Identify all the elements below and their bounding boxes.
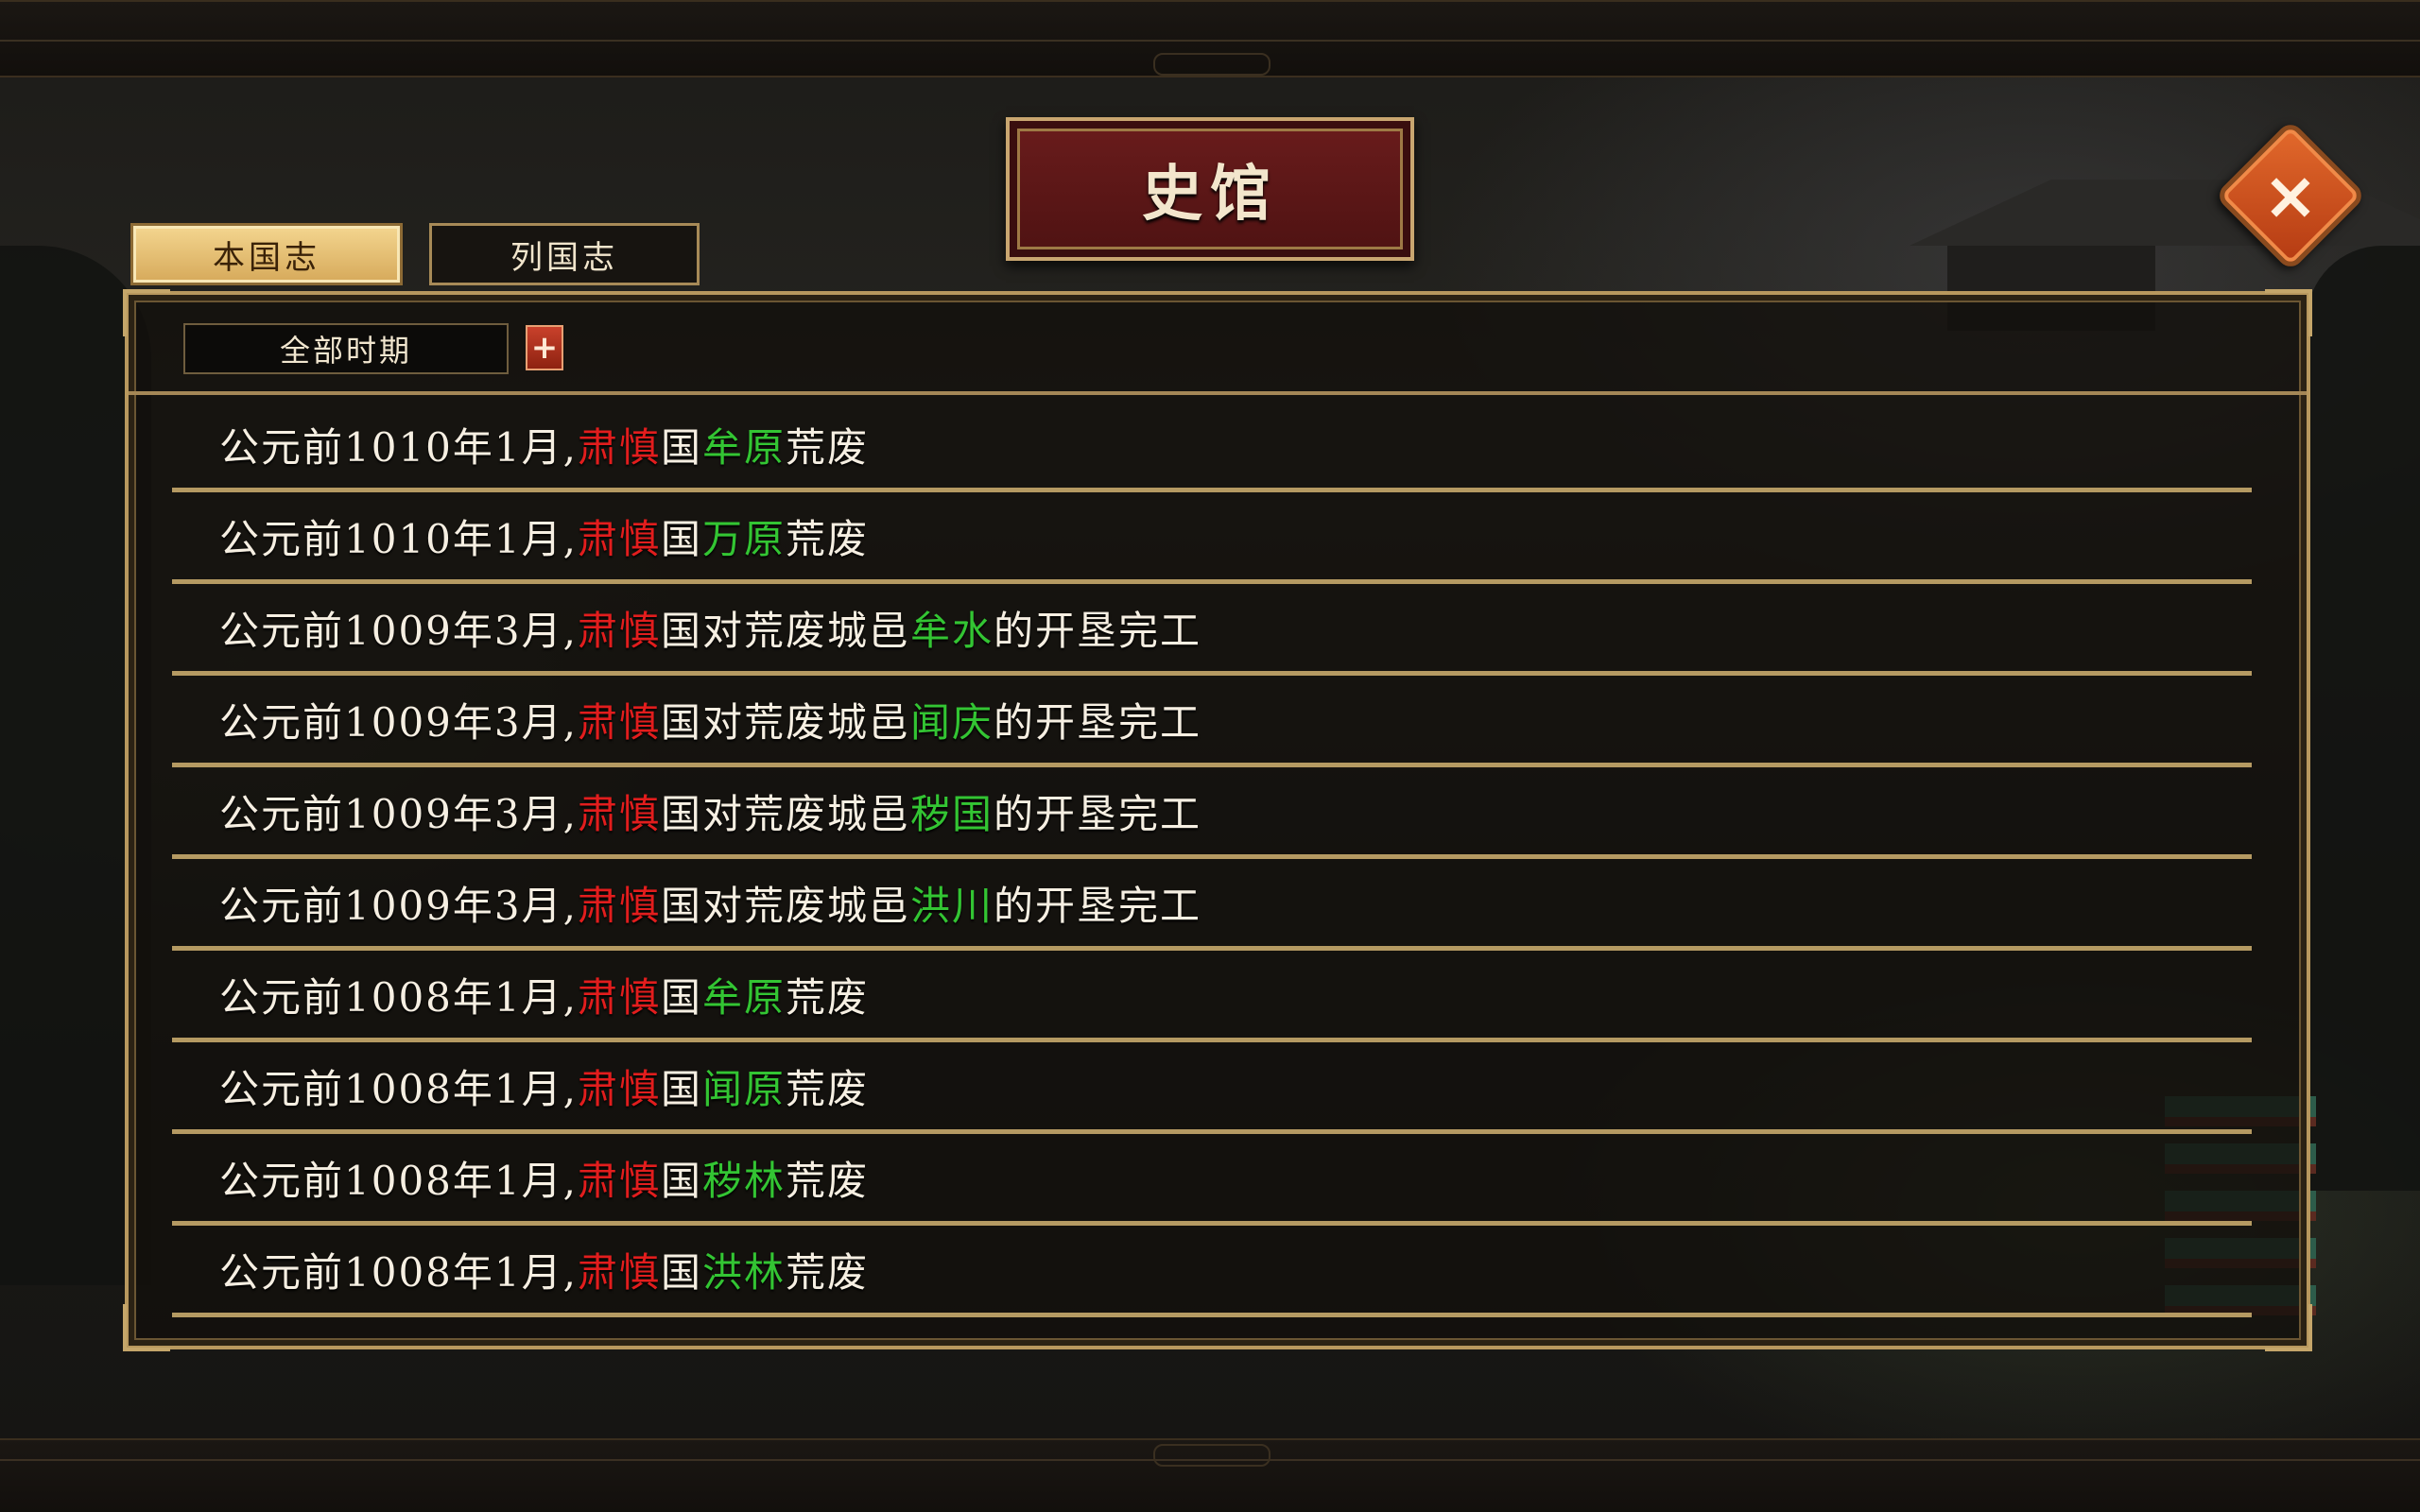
entry-nation: 肃慎 — [577, 973, 661, 1021]
entry-place: 牟原 — [702, 973, 786, 1021]
entry-text: 荒废 — [786, 1248, 870, 1296]
page-title: 史馆 — [1142, 159, 1278, 230]
entry-text: 国 — [660, 1248, 702, 1296]
entry-date: 公元前1009年3月, — [219, 882, 578, 929]
tab-own-nation[interactable]: 本国志 — [130, 223, 403, 285]
plus-icon[interactable]: + — [526, 325, 563, 370]
entry-place: 秽国 — [910, 790, 994, 837]
corner-ornament — [123, 289, 170, 336]
entry-date: 公元前1009年3月, — [219, 790, 578, 837]
list-item: 公元前1010年1月, 肃慎国万原 荒废 — [172, 492, 2252, 584]
entry-text: 国对荒废城邑 — [660, 882, 910, 929]
entry-place: 秽林 — [702, 1157, 786, 1204]
entry-nation: 肃慎 — [577, 698, 661, 746]
entry-text: 的开垦完工 — [994, 698, 1202, 746]
history-hall-screen: 史馆 × 本国志 列国志 全部时期 + 公元前1010年1月, 肃慎国牟原 荒废 公… — [0, 0, 2420, 1512]
list-item: 公元前1008年1月, 肃慎国秽林 荒废 — [172, 1134, 2252, 1226]
entry-date: 公元前1010年1月, — [219, 515, 578, 562]
entry-place: 牟水 — [910, 607, 994, 654]
entry-nation: 肃慎 — [577, 423, 661, 471]
history-list: 公元前1010年1月, 肃慎国牟原 荒废 公元前1010年1月, 肃慎国万原 荒废 公元… — [172, 401, 2252, 1317]
entry-date: 公元前1008年1月, — [219, 1248, 578, 1296]
entry-text: 国对荒废城邑 — [660, 790, 910, 837]
right-cliff-silhouette — [2307, 246, 2420, 1191]
entry-text: 荒废 — [786, 423, 870, 471]
entry-place: 洪林 — [702, 1248, 786, 1296]
entry-text: 国 — [660, 423, 702, 471]
entry-text: 国 — [660, 1065, 702, 1112]
entry-text: 的开垦完工 — [994, 790, 1202, 837]
entry-nation: 肃慎 — [577, 882, 661, 929]
entry-text: 荒废 — [786, 1065, 870, 1112]
list-item: 公元前1009年3月, 肃慎 国对荒废城邑 闻庆 的开垦完工 — [172, 676, 2252, 767]
entry-place: 牟原 — [702, 423, 786, 471]
entry-place: 万原 — [702, 515, 786, 562]
entry-text: 国 — [660, 515, 702, 562]
entry-date: 公元前1008年1月, — [219, 1157, 578, 1204]
corner-ornament — [123, 1304, 170, 1351]
entry-text: 国对荒废城邑 — [660, 607, 910, 654]
entry-nation: 肃慎 — [577, 1248, 661, 1296]
entry-date: 公元前1008年1月, — [219, 1065, 578, 1112]
entry-text: 荒废 — [786, 1157, 870, 1204]
list-item: 公元前1009年3月, 肃慎 国对荒废城邑 洪川 的开垦完工 — [172, 859, 2252, 951]
entry-nation: 肃慎 — [577, 1065, 661, 1112]
entry-place: 洪川 — [910, 882, 994, 929]
top-ornament-bar — [0, 0, 2420, 77]
entry-text: 荒废 — [786, 973, 870, 1021]
list-item: 公元前1008年1月, 肃慎国洪林 荒废 — [172, 1226, 2252, 1317]
list-item: 公元前1010年1月, 肃慎国牟原 荒废 — [172, 401, 2252, 492]
list-item: 公元前1009年3月, 肃慎 国对荒废城邑 秽国 的开垦完工 — [172, 767, 2252, 859]
entry-text: 的开垦完工 — [994, 607, 1202, 654]
entry-nation: 肃慎 — [577, 515, 661, 562]
entry-date: 公元前1008年1月, — [219, 973, 578, 1021]
entry-date: 公元前1009年3月, — [219, 607, 578, 654]
entry-nation: 肃慎 — [577, 1157, 661, 1204]
entry-text: 荒废 — [786, 515, 870, 562]
entry-place: 闻庆 — [910, 698, 994, 746]
background-tower — [1910, 142, 2420, 331]
list-item: 公元前1009年3月, 肃慎 国对荒废城邑 牟水 的开垦完工 — [172, 584, 2252, 676]
corner-ornament — [2265, 289, 2312, 336]
entry-nation: 肃慎 — [577, 790, 661, 837]
bottom-ornament-bar — [0, 1438, 2420, 1512]
history-panel: 全部时期 + 公元前1010年1月, 肃慎国牟原 荒废 公元前1010年1月, 肃慎国… — [123, 289, 2312, 1351]
title-plaque: 史馆 — [1006, 117, 1414, 261]
close-icon[interactable]: × — [2237, 142, 2344, 249]
entry-date: 公元前1010年1月, — [219, 423, 578, 471]
entry-text: 的开垦完工 — [994, 882, 1202, 929]
divider — [129, 391, 2307, 395]
entry-nation: 肃慎 — [577, 607, 661, 654]
entry-text: 国 — [660, 1157, 702, 1204]
entry-text: 国 — [660, 973, 702, 1021]
list-item: 公元前1008年1月, 肃慎国牟原 荒废 — [172, 951, 2252, 1042]
period-filter-select[interactable]: 全部时期 — [183, 323, 509, 374]
entry-place: 闻原 — [702, 1065, 786, 1112]
list-item: 公元前1008年1月, 肃慎国闻原 荒废 — [172, 1042, 2252, 1134]
tab-all-nations[interactable]: 列国志 — [429, 223, 700, 285]
entry-date: 公元前1009年3月, — [219, 698, 578, 746]
entry-text: 国对荒废城邑 — [660, 698, 910, 746]
corner-ornament — [2265, 1304, 2312, 1351]
